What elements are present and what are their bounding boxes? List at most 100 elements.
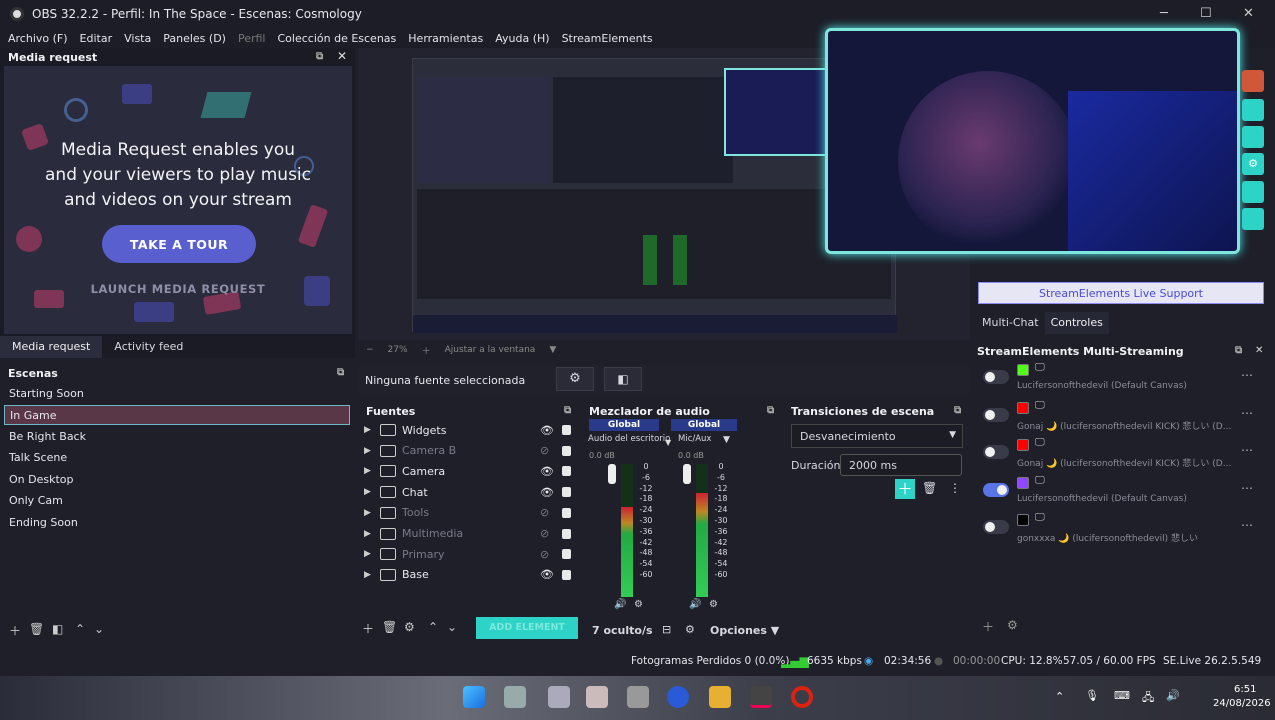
microphone-icon[interactable]: 🎙 <box>1085 689 1099 702</box>
zoom-in-icon[interactable]: ＋ <box>422 344 431 357</box>
menu-coleccion-escenas[interactable]: Colección de Escenas <box>278 32 397 45</box>
file-explorer-icon[interactable] <box>709 686 731 708</box>
menu-editar[interactable]: Editar <box>80 32 113 45</box>
tab-multi-chat[interactable]: Multi-Chat <box>976 312 1045 334</box>
tab-controles[interactable]: Controles <box>1044 312 1109 334</box>
expand-arrow-icon[interactable]: ▶ <box>364 549 380 559</box>
remove-transition-icon[interactable]: 🗑 <box>922 481 937 495</box>
scene-item[interactable]: On Desktop <box>4 470 350 490</box>
mixer-layout-icon[interactable]: ⊟ <box>662 623 671 636</box>
task-view-icon[interactable] <box>548 686 570 708</box>
hidden-eye-icon[interactable]: ⊘ <box>540 444 549 457</box>
source-item[interactable]: ▶ Chat 👁 <box>364 482 576 502</box>
channel-settings-icon[interactable]: ⚙ <box>709 599 718 610</box>
fit-window-button[interactable]: Ajustar a la ventana <box>445 345 536 355</box>
mixer-options-button[interactable]: Opciones ▼ <box>710 624 779 637</box>
lock-icon[interactable] <box>562 528 571 539</box>
expand-arrow-icon[interactable]: ▶ <box>364 425 380 435</box>
float-dock-icon[interactable]: ⧉ <box>564 405 571 416</box>
expand-arrow-icon[interactable]: ▶ <box>364 570 380 580</box>
windows-start-icon[interactable] <box>463 686 485 708</box>
mixer-advanced-icon[interactable]: ⚙ <box>685 623 695 636</box>
stream-toggle[interactable] <box>983 520 1009 534</box>
move-up-icon[interactable]: ⌃ <box>75 622 85 636</box>
scene-item[interactable]: Talk Scene <box>4 448 350 468</box>
network-icon[interactable]: 🖧 <box>1142 689 1154 708</box>
transition-menu-icon[interactable]: ⋮ <box>949 481 961 495</box>
lock-icon[interactable] <box>562 425 571 435</box>
stream-toggle[interactable] <box>983 370 1009 384</box>
lock-icon[interactable] <box>562 549 571 560</box>
close-dock-icon[interactable]: ✕ <box>337 49 347 63</box>
menu-paneles[interactable]: Paneles (D) <box>163 32 226 45</box>
menu-herramientas[interactable]: Herramientas <box>408 32 483 45</box>
obs-taskbar-icon[interactable] <box>750 686 772 708</box>
hidden-eye-icon[interactable]: ⊘ <box>540 506 549 519</box>
source-properties-gear-icon[interactable]: ⚙ <box>556 367 594 391</box>
move-up-icon[interactable]: ⌃ <box>428 620 438 634</box>
scene-item[interactable]: Only Cam <box>4 491 350 511</box>
take-a-tour-button[interactable]: TAKE A TOUR <box>102 225 256 263</box>
teal-dock-button[interactable] <box>1242 181 1264 203</box>
source-item[interactable]: ▶ Camera 👁 <box>364 461 576 481</box>
teal-dock-button[interactable] <box>1242 208 1264 230</box>
zoom-out-icon[interactable]: − <box>366 345 374 355</box>
more-options-icon[interactable]: ⋯ <box>1241 368 1253 382</box>
remove-scene-icon[interactable]: 🗑 <box>29 622 44 636</box>
close-icon[interactable]: ✕ <box>1243 6 1254 21</box>
float-dock-icon[interactable]: ⧉ <box>767 405 774 416</box>
tab-media-request[interactable]: Media request <box>0 336 103 358</box>
clock-date[interactable]: 24/08/2026 <box>1213 698 1271 709</box>
channel-settings-icon[interactable]: ⚙ <box>634 599 643 610</box>
lock-icon[interactable] <box>562 507 571 518</box>
visibility-eye-icon[interactable]: 👁 <box>540 568 554 581</box>
chevron-down-icon[interactable]: ▼ <box>665 438 671 447</box>
add-source-icon[interactable]: ＋ <box>362 620 374 637</box>
visibility-eye-icon[interactable]: 👁 <box>540 465 554 478</box>
scene-filters-icon[interactable]: ◧ <box>52 622 63 636</box>
hidden-eye-icon[interactable]: ⊘ <box>540 548 549 561</box>
add-transition-icon[interactable]: ＋ <box>895 479 915 499</box>
opera-browser-icon[interactable] <box>791 686 813 708</box>
source-item[interactable]: ▶ Multimedia ⊘ <box>364 524 576 544</box>
source-settings-gear-icon[interactable]: ⚙ <box>404 620 415 634</box>
menu-streamelements[interactable]: StreamElements <box>562 32 653 45</box>
float-dock-icon[interactable]: ⧉ <box>954 405 961 416</box>
search-icon[interactable] <box>504 686 526 708</box>
lock-icon[interactable] <box>562 487 571 498</box>
add-destination-icon[interactable]: ＋ <box>982 618 994 635</box>
float-dock-icon[interactable]: ⧉ <box>316 51 323 62</box>
close-dock-icon[interactable]: ✕ <box>1255 345 1263 356</box>
add-element-button[interactable]: ADD ELEMENT <box>476 617 578 639</box>
mute-speaker-icon[interactable]: 🔊 <box>689 599 701 610</box>
teal-dock-button[interactable] <box>1242 99 1264 121</box>
visibility-eye-icon[interactable]: 👁 <box>540 486 554 499</box>
menu-vista[interactable]: Vista <box>124 32 151 45</box>
expand-arrow-icon[interactable]: ▶ <box>364 508 380 518</box>
launch-media-request-link[interactable]: LAUNCH MEDIA REQUEST <box>4 282 352 296</box>
more-options-icon[interactable]: ⋯ <box>1241 443 1253 457</box>
chevron-down-icon[interactable]: ▼ <box>723 435 730 445</box>
more-options-icon[interactable]: ⋯ <box>1241 406 1253 420</box>
volume-slider-handle[interactable] <box>608 464 616 484</box>
volume-icon[interactable]: 🔊 <box>1166 689 1180 702</box>
duration-field[interactable]: 2000 ms <box>840 454 962 476</box>
more-options-icon[interactable]: ⋯ <box>1241 481 1253 495</box>
source-item[interactable]: ▶ Tools ⊘ <box>364 503 576 523</box>
menu-perfil[interactable]: Perfil <box>238 32 266 45</box>
clock-time[interactable]: 6:51 <box>1234 684 1256 695</box>
tab-activity-feed[interactable]: Activity feed <box>102 336 195 358</box>
expand-arrow-icon[interactable]: ▶ <box>364 529 380 539</box>
multistream-settings-gear-icon[interactable]: ⚙ <box>1007 618 1018 632</box>
expand-arrow-icon[interactable]: ▶ <box>364 487 380 497</box>
mute-speaker-icon[interactable]: 🔊 <box>614 599 626 610</box>
streamelements-live-support-button[interactable]: StreamElements Live Support <box>978 282 1264 304</box>
teal-dock-button[interactable] <box>1242 126 1264 148</box>
orange-dock-button[interactable] <box>1242 70 1264 92</box>
volume-slider-handle[interactable] <box>683 464 691 484</box>
visibility-eye-icon[interactable]: 👁 <box>540 424 554 437</box>
source-item[interactable]: ▶ Camera B ⊘ <box>364 441 576 461</box>
minimize-icon[interactable]: ─ <box>1160 6 1168 21</box>
menu-ayuda[interactable]: Ayuda (H) <box>495 32 549 45</box>
settings-gear-icon[interactable]: ⚙ <box>1242 153 1264 175</box>
